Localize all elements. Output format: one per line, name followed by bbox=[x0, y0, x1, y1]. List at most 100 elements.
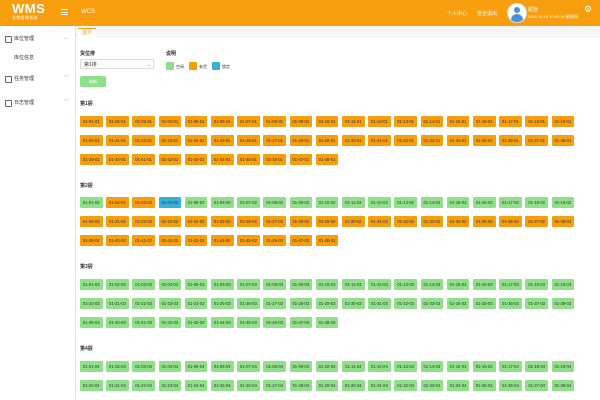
location-cell[interactable]: 01-46-01 bbox=[263, 154, 286, 166]
location-cell[interactable]: 01-23-01 bbox=[158, 135, 182, 147]
location-cell[interactable]: 01-27-01 bbox=[263, 135, 286, 147]
location-cell[interactable]: 01-17-02 bbox=[499, 197, 522, 208]
location-cell[interactable]: 01-03-01 bbox=[132, 116, 155, 127]
location-cell[interactable]: 01-15-02 bbox=[446, 197, 470, 208]
location-cell[interactable]: 01-42-03 bbox=[158, 317, 182, 329]
location-cell[interactable]: 01-47-01 bbox=[289, 154, 313, 166]
personal-center-link[interactable]: 个人中心 bbox=[447, 10, 467, 17]
location-cell[interactable]: 01-44-03 bbox=[211, 317, 234, 329]
location-cell[interactable]: 01-11-03 bbox=[342, 279, 365, 290]
location-cell[interactable]: 01-33-04 bbox=[420, 380, 444, 392]
location-cell[interactable]: 01-21-01 bbox=[106, 135, 129, 147]
location-cell[interactable]: 01-20-02 bbox=[80, 216, 103, 228]
location-cell[interactable]: 01-32-02 bbox=[394, 216, 417, 228]
location-cell[interactable]: 01-28-01 bbox=[289, 135, 313, 147]
location-cell[interactable]: 01-14-02 bbox=[420, 197, 444, 208]
location-cell[interactable]: 01-07-02 bbox=[237, 197, 260, 208]
location-cell[interactable]: 01-15-03 bbox=[446, 279, 470, 290]
location-cell[interactable]: 01-16-04 bbox=[473, 361, 496, 372]
location-cell[interactable]: 01-15-04 bbox=[446, 361, 470, 372]
location-cell[interactable]: 01-42-02 bbox=[158, 235, 182, 247]
location-cell[interactable]: 01-22-02 bbox=[132, 216, 155, 228]
location-cell[interactable]: 01-30-02 bbox=[342, 216, 365, 228]
location-cell[interactable]: 01-39-01 bbox=[80, 154, 103, 166]
location-cell[interactable]: 01-08-01 bbox=[263, 116, 286, 127]
location-cell[interactable]: 01-45-01 bbox=[237, 154, 260, 166]
location-cell[interactable]: 01-41-02 bbox=[132, 235, 155, 247]
location-cell[interactable]: 01-35-01 bbox=[473, 135, 496, 147]
location-cell[interactable]: 01-42-01 bbox=[158, 154, 182, 166]
location-cell[interactable]: 01-01-01 bbox=[80, 116, 103, 127]
location-cell[interactable]: 01-34-01 bbox=[446, 135, 470, 147]
hamburger-menu-icon[interactable] bbox=[61, 8, 68, 16]
location-cell[interactable]: 01-24-03 bbox=[184, 298, 208, 310]
location-cell[interactable]: 01-29-04 bbox=[315, 380, 339, 392]
location-cell[interactable]: 01-02-01 bbox=[106, 116, 129, 127]
location-cell[interactable]: 01-04-01 bbox=[158, 116, 182, 127]
location-cell[interactable]: 01-33-01 bbox=[420, 135, 444, 147]
location-cell[interactable]: 01-18-02 bbox=[525, 197, 548, 208]
location-cell[interactable]: 01-01-03 bbox=[80, 279, 103, 290]
location-cell[interactable]: 01-26-02 bbox=[237, 216, 260, 228]
location-cell[interactable]: 01-02-04 bbox=[106, 361, 129, 372]
location-cell[interactable]: 01-09-04 bbox=[289, 361, 313, 372]
location-cell[interactable]: 01-39-03 bbox=[80, 317, 103, 329]
location-cell[interactable]: 01-19-01 bbox=[551, 116, 575, 127]
location-cell[interactable]: 01-12-03 bbox=[368, 279, 391, 290]
location-cell[interactable]: 01-38-04 bbox=[551, 380, 575, 392]
location-cell[interactable]: 01-39-02 bbox=[80, 235, 103, 247]
location-cell[interactable]: 01-43-03 bbox=[184, 317, 208, 329]
location-cell[interactable]: 01-31-01 bbox=[368, 135, 391, 147]
location-cell[interactable]: 01-13-03 bbox=[394, 279, 417, 290]
location-cell[interactable]: 01-48-03 bbox=[315, 317, 339, 329]
location-cell[interactable]: 01-07-04 bbox=[237, 361, 260, 372]
location-cell[interactable]: 01-04-02 bbox=[158, 197, 182, 208]
location-cell[interactable]: 01-30-04 bbox=[342, 380, 365, 392]
location-cell[interactable]: 01-10-04 bbox=[315, 361, 339, 372]
location-cell[interactable]: 01-20-01 bbox=[80, 135, 103, 147]
location-cell[interactable]: 01-04-03 bbox=[158, 279, 182, 290]
location-cell[interactable]: 01-34-02 bbox=[446, 216, 470, 228]
location-cell[interactable]: 01-33-02 bbox=[420, 216, 444, 228]
sidebar-item-task-mgmt[interactable]: 任务管理 ﹀ bbox=[0, 72, 75, 86]
location-cell[interactable]: 01-01-02 bbox=[80, 197, 103, 208]
location-cell[interactable]: 01-27-03 bbox=[263, 298, 286, 310]
location-cell[interactable]: 01-03-04 bbox=[132, 361, 155, 372]
location-cell[interactable]: 01-31-04 bbox=[368, 380, 391, 392]
location-cell[interactable]: 01-19-04 bbox=[551, 361, 575, 372]
location-cell[interactable]: 01-02-03 bbox=[106, 279, 129, 290]
location-cell[interactable]: 01-35-02 bbox=[473, 216, 496, 228]
location-cell[interactable]: 01-35-04 bbox=[473, 380, 496, 392]
location-cell[interactable]: 01-40-03 bbox=[106, 317, 129, 329]
location-cell[interactable]: 01-28-02 bbox=[289, 216, 313, 228]
location-cell[interactable]: 01-29-03 bbox=[315, 298, 339, 310]
location-cell[interactable]: 01-36-01 bbox=[499, 135, 522, 147]
location-cell[interactable]: 01-37-04 bbox=[525, 380, 548, 392]
avatar[interactable] bbox=[507, 3, 527, 23]
location-cell[interactable]: 01-48-01 bbox=[315, 154, 339, 166]
location-cell[interactable]: 01-40-01 bbox=[106, 154, 129, 166]
location-cell[interactable]: 01-22-01 bbox=[132, 135, 155, 147]
location-cell[interactable]: 01-06-01 bbox=[211, 116, 234, 127]
location-cell[interactable]: 01-38-02 bbox=[551, 216, 575, 228]
location-cell[interactable]: 01-21-04 bbox=[106, 380, 129, 392]
location-cell[interactable]: 01-38-03 bbox=[551, 298, 575, 310]
location-cell[interactable]: 01-05-04 bbox=[184, 361, 208, 372]
sidebar-item-location-info[interactable]: 库位信息 bbox=[14, 54, 34, 61]
location-cell[interactable]: 01-44-01 bbox=[211, 154, 234, 166]
refresh-button[interactable]: 刷新 bbox=[80, 76, 106, 87]
location-cell[interactable]: 01-32-04 bbox=[394, 380, 417, 392]
location-cell[interactable]: 01-17-03 bbox=[499, 279, 522, 290]
location-cell[interactable]: 01-24-01 bbox=[184, 135, 208, 147]
location-cell[interactable]: 01-31-03 bbox=[368, 298, 391, 310]
location-cell[interactable]: 01-45-03 bbox=[237, 317, 260, 329]
location-cell[interactable]: 01-07-01 bbox=[237, 116, 260, 127]
location-cell[interactable]: 01-14-01 bbox=[420, 116, 444, 127]
location-cell[interactable]: 01-03-03 bbox=[132, 279, 155, 290]
location-cell[interactable]: 01-47-02 bbox=[289, 235, 313, 247]
location-cell[interactable]: 01-05-03 bbox=[184, 279, 208, 290]
location-cell[interactable]: 01-05-01 bbox=[184, 116, 208, 127]
location-cell[interactable]: 01-09-03 bbox=[289, 279, 313, 290]
location-cell[interactable]: 01-33-03 bbox=[420, 298, 444, 310]
location-cell[interactable]: 01-09-02 bbox=[289, 197, 313, 208]
